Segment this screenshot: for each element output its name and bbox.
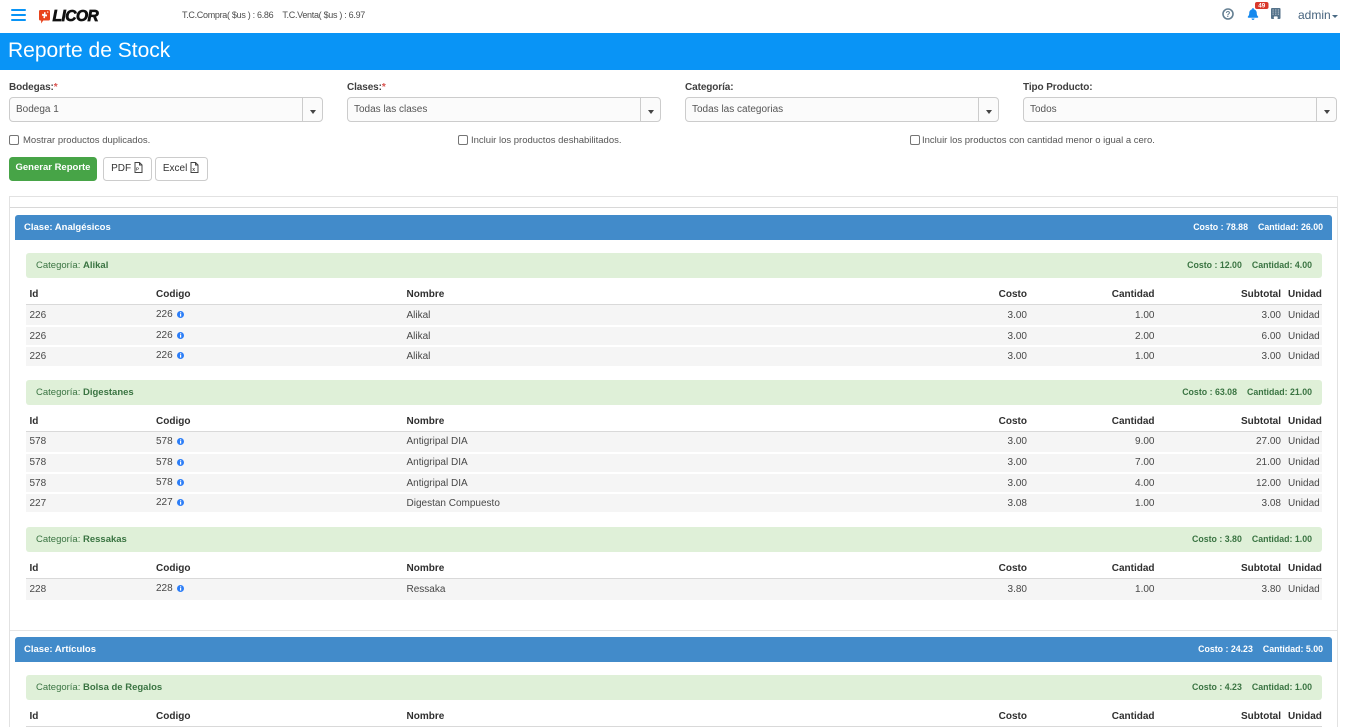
svg-text:49: 49 <box>1258 3 1265 9</box>
svg-text:x: x <box>192 167 195 173</box>
svg-text:?: ? <box>1226 10 1231 19</box>
svg-text:P: P <box>136 167 139 172</box>
